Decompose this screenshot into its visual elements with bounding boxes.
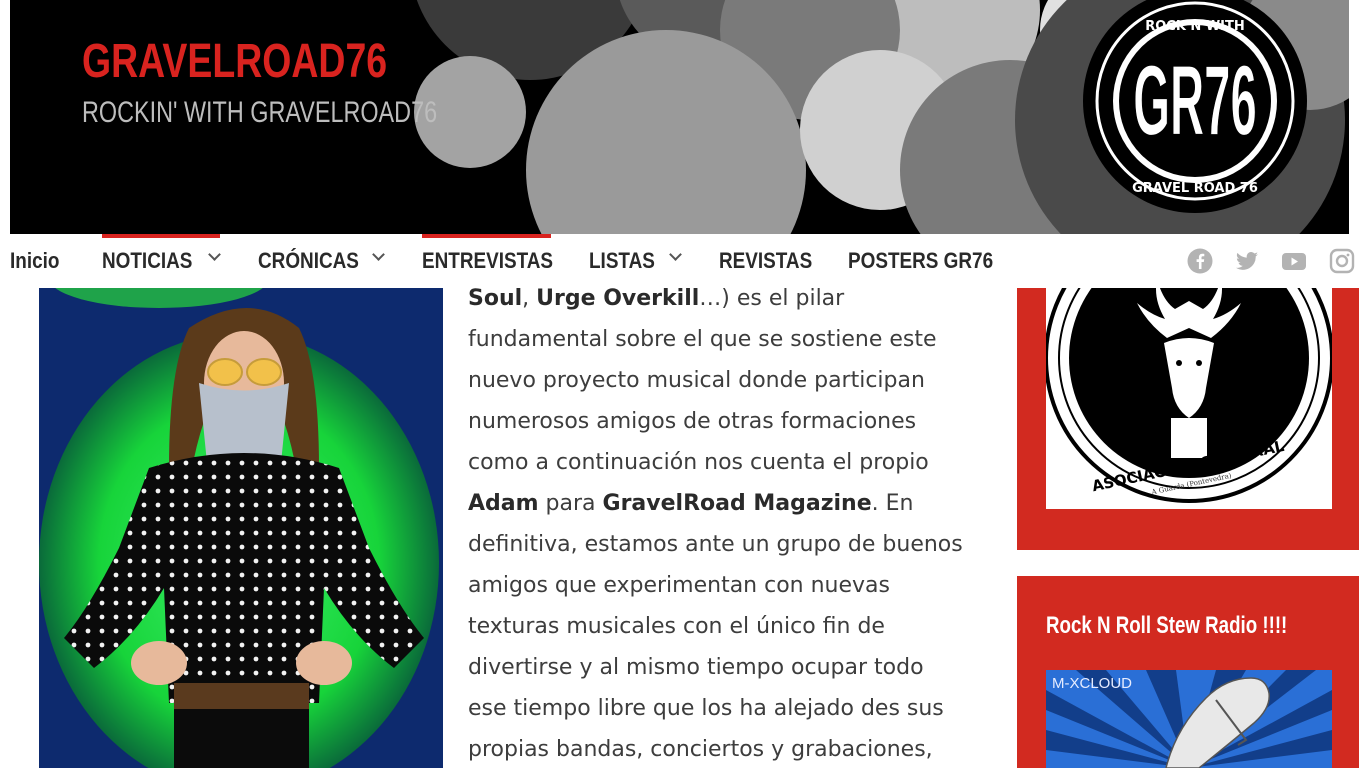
facebook-icon[interactable] (1187, 248, 1213, 274)
nav-item-label: POSTERS GR76 (848, 248, 994, 273)
svg-text:ROCK N WITH: ROCK N WITH (1145, 19, 1245, 34)
svg-text:GR76: GR76 (1133, 46, 1257, 156)
nav-item-label: ENTREVISTAS (422, 248, 554, 273)
nav-item-label: NOTICIAS (102, 248, 193, 273)
gr76-logo[interactable]: ROCK N WITH GR76 GRAVEL ROAD 76 (1080, 0, 1310, 222)
article-paragraph: Soul, Urge Overkill…) es el pilar fundam… (468, 278, 968, 768)
nav-item-cronicas[interactable]: CRÓNICAS (258, 234, 385, 288)
article-text: , (522, 286, 537, 311)
sidebar-widget-radio: Rock N Roll Stew Radio !!!! M-XCLOUD (1017, 576, 1359, 768)
mixcloud-brand-text: M-XCLOUD (1052, 675, 1132, 692)
nav-item-label: REVISTAS (719, 248, 813, 273)
svg-text:GRAVEL ROAD 76: GRAVEL ROAD 76 (1132, 181, 1258, 196)
instagram-icon[interactable] (1329, 248, 1355, 274)
youtube-icon[interactable] (1281, 248, 1307, 274)
nav-item-label: LISTAS (589, 248, 655, 273)
bold-magazine-name: GravelRoad Magazine (602, 491, 872, 516)
nav-item-noticias[interactable]: NOTICIAS (102, 234, 221, 288)
site-title[interactable]: GRAVELROAD76 (82, 34, 387, 89)
chevron-down-icon (669, 248, 682, 261)
article-text: . En definitiva, estamos ante un grupo d… (468, 491, 963, 762)
sidebar-widget-asociacion: ASOCIACIÓN CULTURAL A Guarda (Pontevedra… (1017, 288, 1359, 550)
chevron-down-icon (208, 248, 221, 261)
article-featured-image (39, 288, 443, 768)
nav-item-inicio[interactable]: Inicio (10, 234, 67, 288)
nav-item-label: Inicio (10, 248, 60, 273)
chevron-down-icon (372, 248, 385, 261)
article-body: Soul, Urge Overkill…) es el pilar fundam… (468, 278, 968, 768)
article-text: para (538, 491, 603, 516)
nav-item-label: CRÓNICAS (258, 248, 359, 273)
bold-band-name: Soul (468, 286, 523, 311)
asociacion-cultural-image[interactable]: ASOCIACIÓN CULTURAL A Guarda (Pontevedra… (1046, 288, 1332, 509)
site-tagline: ROCKIN' WITH GRAVELROAD76 (82, 96, 438, 129)
article-text: …) es el pilar fundamental sobre el que … (468, 286, 937, 475)
radio-widget-title: Rock N Roll Stew Radio !!!! (1046, 612, 1288, 639)
twitter-icon[interactable] (1234, 248, 1260, 274)
bold-person-name: Adam (468, 491, 539, 516)
mixcloud-player[interactable]: M-XCLOUD (1046, 670, 1332, 768)
header-banner: GRAVELROAD76 ROCKIN' WITH GRAVELROAD76 R… (10, 0, 1349, 234)
bold-band-name: Urge Overkill (536, 286, 700, 311)
